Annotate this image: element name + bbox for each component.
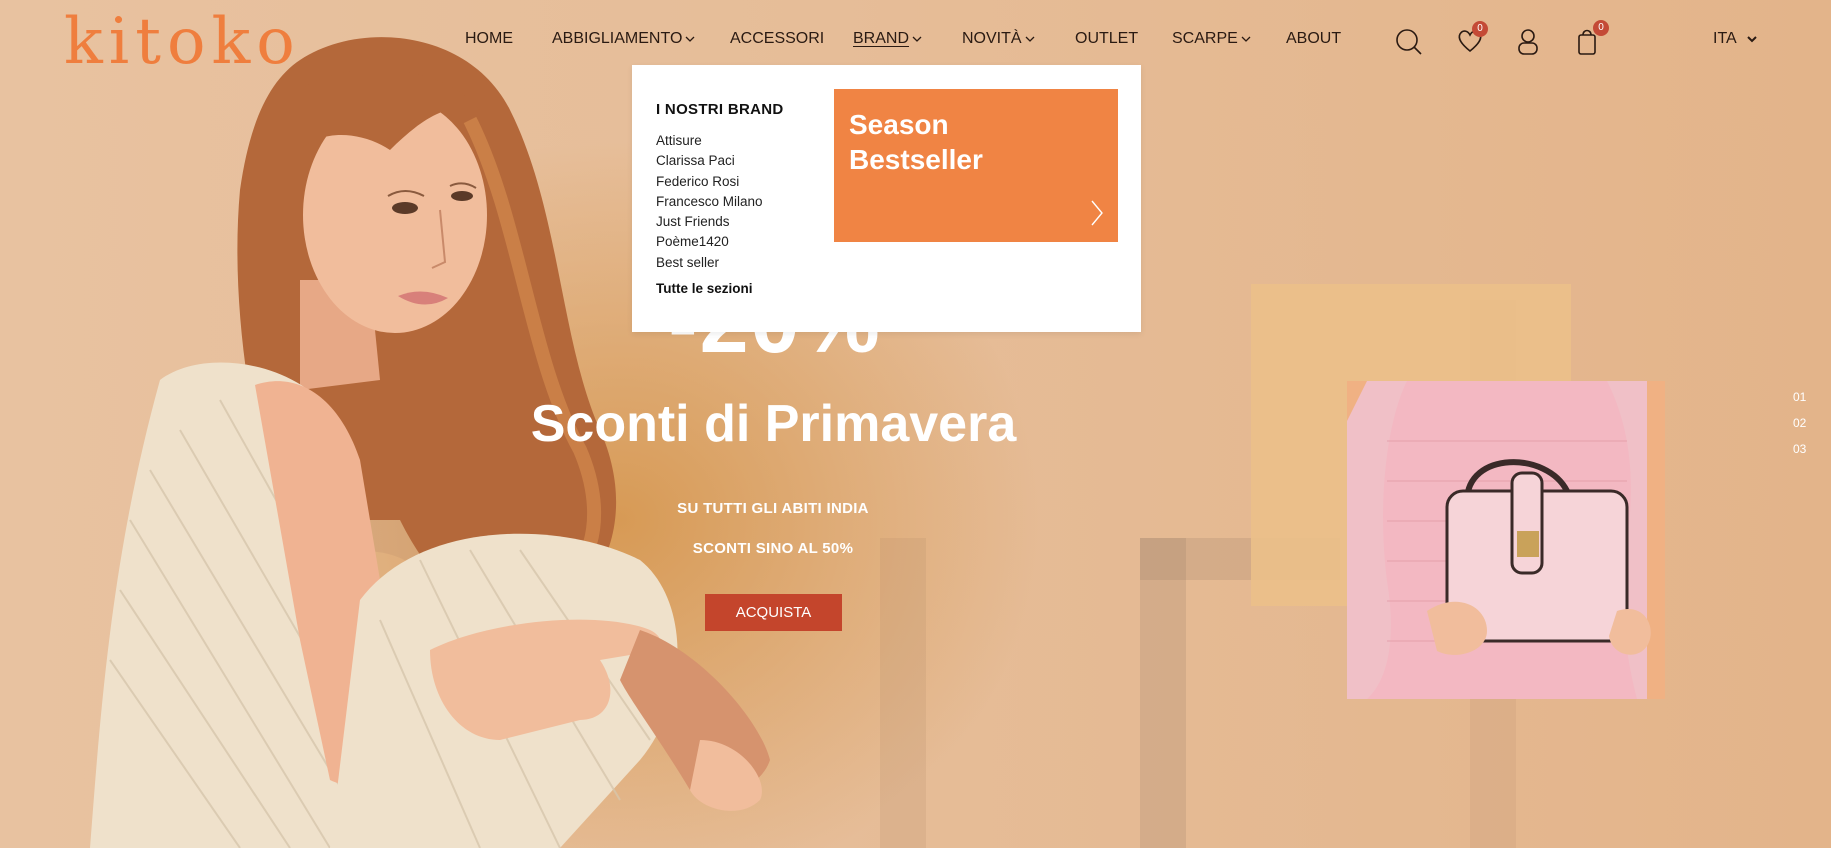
promo-title-line-1: Season (849, 109, 949, 140)
nav-novita[interactable]: NOVITÀ (962, 30, 1035, 48)
all-sections-link[interactable]: Tutte le sezioni (656, 281, 753, 296)
slide-1-link[interactable]: 01 (1793, 390, 1806, 416)
chevron-down-icon (685, 36, 695, 42)
nav-label: SCARPE (1172, 30, 1238, 47)
brand-link-best-seller[interactable]: Best seller (656, 253, 763, 273)
season-bestseller-banner[interactable]: Season Bestseller (834, 89, 1118, 242)
nav-label: NOVITÀ (962, 30, 1022, 47)
shop-now-button[interactable]: ACQUISTA (705, 594, 842, 631)
brand-link-francesco-milano[interactable]: Francesco Milano (656, 192, 763, 212)
nav-scarpe[interactable]: SCARPE (1172, 30, 1251, 48)
brand-link-federico-rosi[interactable]: Federico Rosi (656, 172, 763, 192)
wishlist-count-badge: 0 (1472, 21, 1488, 37)
dropdown-title: I NOSTRI BRAND (656, 101, 784, 118)
hero-subline-2: SCONTI SINO AL 50% (692, 540, 854, 557)
nav-about[interactable]: ABOUT (1286, 30, 1341, 48)
nav-home[interactable]: HOME (465, 30, 513, 48)
nav-accessori[interactable]: ACCESSORI (730, 30, 824, 48)
language-selector[interactable]: ITA (1713, 30, 1757, 48)
user-icon (1518, 29, 1538, 55)
chevron-right-icon (1091, 200, 1103, 226)
cart-count-badge: 0 (1593, 20, 1609, 36)
search-icon (1396, 29, 1422, 55)
chevron-down-icon (1241, 36, 1251, 42)
account-button[interactable] (1513, 26, 1543, 56)
search-button[interactable] (1394, 26, 1424, 56)
hero-subline-1: SU TUTTI GLI ABITI INDIA (677, 500, 869, 517)
hero-headline: Sconti di Primavera (530, 395, 1017, 453)
chevron-down-icon (1746, 36, 1757, 43)
brand-link-just-friends[interactable]: Just Friends (656, 212, 763, 232)
chevron-down-icon (912, 36, 922, 42)
brand-link-clarissa-paci[interactable]: Clarissa Paci (656, 151, 763, 171)
promo-title-line-2: Bestseller (849, 144, 983, 175)
handbag-illustration (1347, 381, 1665, 699)
chevron-down-icon (1025, 36, 1035, 42)
slide-2-link[interactable]: 02 (1793, 416, 1806, 442)
nav-label: ABOUT (1286, 30, 1342, 47)
language-label: ITA (1713, 30, 1737, 47)
wishlist-button[interactable]: 0 (1455, 21, 1488, 56)
nav-brand[interactable]: BRAND (853, 30, 922, 48)
nav-outlet[interactable]: OUTLET (1075, 30, 1138, 48)
product-photo-handbag[interactable] (1347, 381, 1665, 699)
site-logo[interactable]: kitoko (64, 6, 301, 78)
nav-label: OUTLET (1075, 30, 1139, 47)
brand-link-attisure[interactable]: Attisure (656, 131, 763, 151)
brand-dropdown-menu: I NOSTRI BRAND Attisure Clarissa Paci Fe… (632, 65, 1141, 332)
slider-pagination: 01 02 03 (1793, 390, 1806, 468)
brand-list: Attisure Clarissa Paci Federico Rosi Fra… (656, 131, 763, 273)
slide-3-link[interactable]: 03 (1793, 442, 1806, 468)
promo-title: Season Bestseller (849, 107, 1049, 177)
nav-label: ABBIGLIAMENTO (552, 30, 683, 47)
nav-label: BRAND (853, 30, 910, 47)
cart-button[interactable]: 0 (1572, 20, 1609, 56)
brand-link-poeme1420[interactable]: Poème1420 (656, 232, 763, 252)
nav-label: HOME (465, 30, 513, 47)
nav-abbigliamento[interactable]: ABBIGLIAMENTO (552, 30, 695, 48)
nav-label: ACCESSORI (730, 30, 825, 47)
